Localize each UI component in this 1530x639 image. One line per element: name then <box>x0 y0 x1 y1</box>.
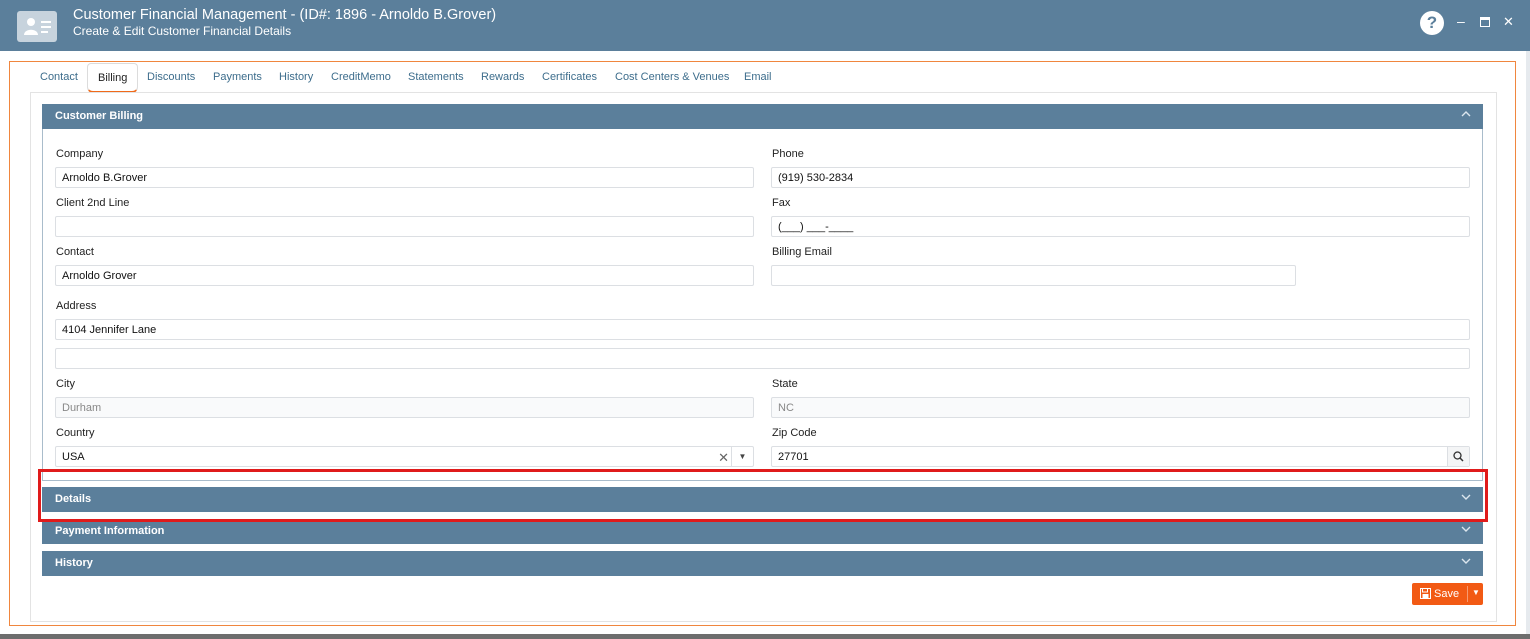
company-field[interactable]: Arnoldo B.Grover <box>55 167 754 188</box>
client-2nd-line-label: Client 2nd Line <box>56 197 130 209</box>
zip-code-field[interactable]: 27701 <box>771 446 1470 467</box>
section-label: History <box>55 557 93 569</box>
state-label: State <box>772 378 798 390</box>
tab-creditmemo[interactable]: CreditMemo <box>331 63 391 91</box>
tab-discounts[interactable]: Discounts <box>147 63 195 91</box>
address-line2-field[interactable] <box>55 348 1470 369</box>
contact-card-icon <box>17 11 57 42</box>
client-2nd-line-field[interactable] <box>55 216 754 237</box>
window-subtitle: Create & Edit Customer Financial Details <box>73 24 292 38</box>
highlight-box <box>38 469 1488 522</box>
billing-email-field[interactable] <box>771 265 1296 286</box>
country-label: Country <box>56 427 95 439</box>
state-field: NC <box>771 397 1470 418</box>
chevron-down-icon[interactable] <box>1461 556 1471 569</box>
clear-icon[interactable]: ✕ <box>718 447 729 468</box>
maximize-icon[interactable] <box>1480 17 1490 27</box>
tab-payments[interactable]: Payments <box>213 63 262 91</box>
tab-contact[interactable]: Contact <box>40 63 78 91</box>
country-value: USA <box>62 451 85 463</box>
window-titlebar: Customer Financial Management - (ID#: 18… <box>0 0 1530 51</box>
tab-email[interactable]: Email <box>744 63 772 91</box>
section-label: Customer Billing <box>55 110 144 122</box>
country-select[interactable]: USA ✕ ▼ <box>55 446 754 467</box>
section-label: Payment Information <box>55 525 165 537</box>
section-payment-information[interactable]: Payment Information <box>42 519 1483 544</box>
chevron-up-icon[interactable] <box>1461 109 1471 122</box>
section-history[interactable]: History <box>42 551 1483 576</box>
company-label: Company <box>56 148 104 160</box>
phone-field[interactable]: (919) 530-2834 <box>771 167 1470 188</box>
phone-label: Phone <box>772 148 804 160</box>
save-label: Save <box>1434 588 1460 600</box>
chevron-down-icon[interactable]: ▼ <box>1472 588 1480 597</box>
fax-field[interactable]: (___) ___-____ <box>771 216 1470 237</box>
address-line1-field[interactable]: 4104 Jennifer Lane <box>55 319 1470 340</box>
tab-rewards[interactable]: Rewards <box>481 63 524 91</box>
zip-code-value: 27701 <box>778 451 809 463</box>
save-button[interactable]: Save ▼ <box>1412 583 1483 605</box>
window-edge <box>1526 51 1530 639</box>
search-icon[interactable] <box>1447 447 1469 466</box>
tab-cost-centers-venues[interactable]: Cost Centers & Venues <box>615 63 729 91</box>
fax-label: Fax <box>772 197 791 209</box>
save-split-divider <box>1467 586 1468 602</box>
tab-certificates[interactable]: Certificates <box>542 63 597 91</box>
chevron-down-icon[interactable]: ▼ <box>731 447 753 466</box>
zip-code-label: Zip Code <box>772 427 817 439</box>
tab-billing[interactable]: Billing <box>87 63 139 93</box>
billing-email-label: Billing Email <box>772 246 832 258</box>
city-field: Durham <box>55 397 754 418</box>
chevron-down-icon[interactable] <box>1461 524 1471 537</box>
tab-history[interactable]: History <box>279 63 313 91</box>
minimize-icon[interactable]: – <box>1457 13 1465 29</box>
tab-statements[interactable]: Statements <box>408 63 464 91</box>
close-icon[interactable]: ✕ <box>1503 14 1514 30</box>
window-title: Customer Financial Management - (ID#: 18… <box>73 7 497 23</box>
contact-field[interactable]: Arnoldo Grover <box>55 265 754 286</box>
city-label: City <box>56 378 75 390</box>
help-icon[interactable]: ? <box>1420 11 1444 35</box>
address-label: Address <box>56 300 97 312</box>
section-customer-billing[interactable]: Customer Billing <box>42 104 1483 129</box>
floppy-icon <box>1420 588 1431 602</box>
contact-label: Contact <box>56 246 94 258</box>
window-bottom-edge <box>0 634 1530 639</box>
